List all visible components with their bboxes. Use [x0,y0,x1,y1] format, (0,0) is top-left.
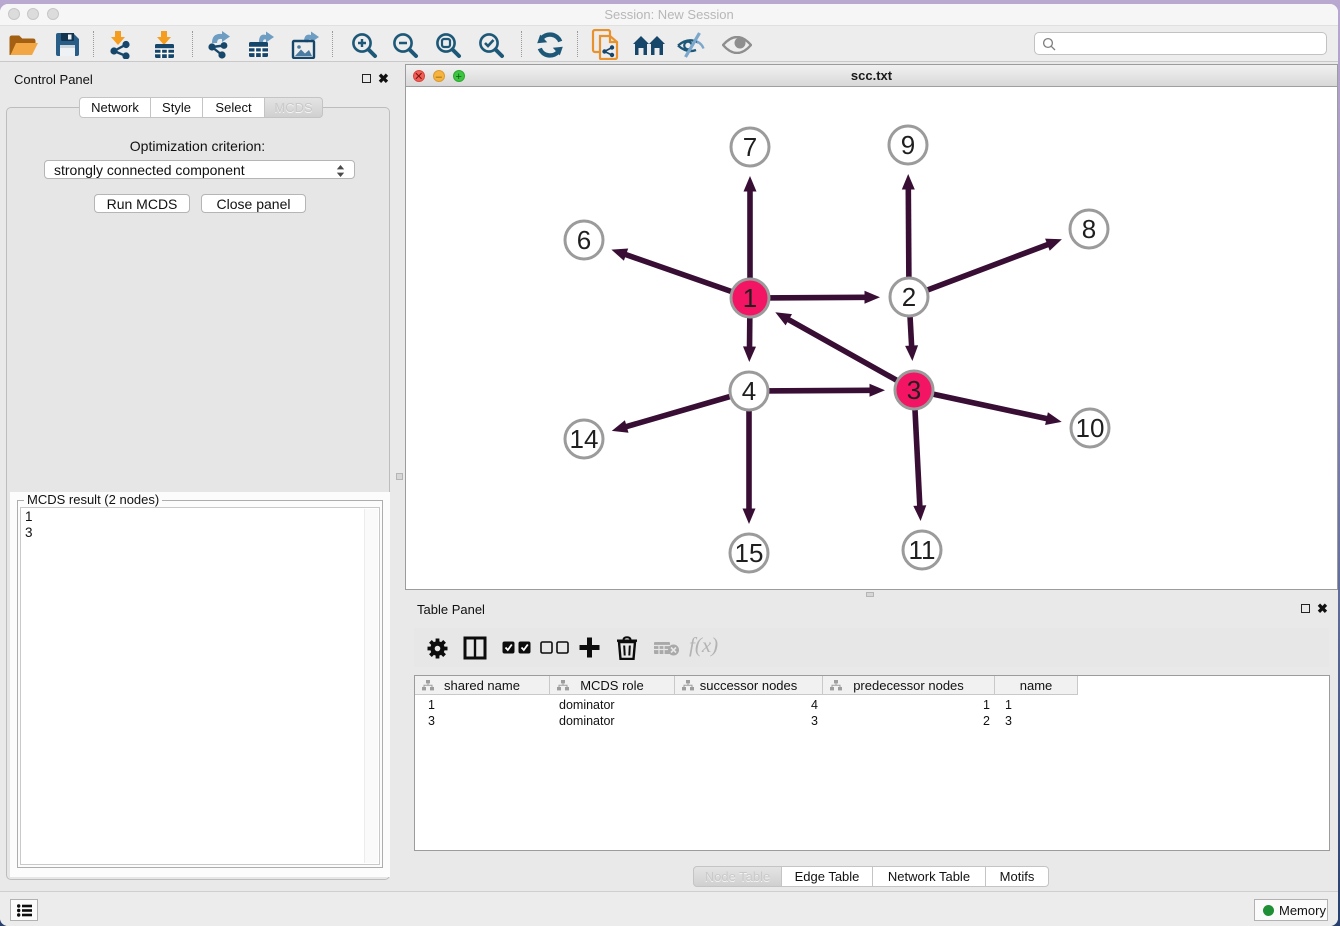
svg-text:6: 6 [577,225,591,255]
svg-text:15: 15 [735,538,764,568]
svg-text:1: 1 [743,283,757,313]
svg-text:11: 11 [909,535,936,565]
svg-text:10: 10 [1076,413,1105,443]
svg-text:2: 2 [902,282,916,312]
svg-text:9: 9 [901,130,915,160]
svg-text:3: 3 [907,375,921,405]
svg-text:14: 14 [570,424,599,454]
svg-text:8: 8 [1082,214,1096,244]
svg-text:7: 7 [743,132,757,162]
svg-text:4: 4 [742,376,756,406]
